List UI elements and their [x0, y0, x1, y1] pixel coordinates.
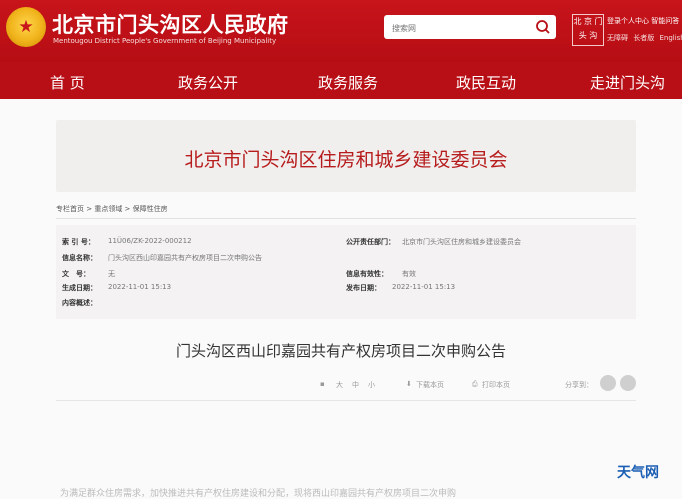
download-icon: ⬇ — [406, 380, 412, 388]
login-link[interactable]: 登录个人中心 智能问答 — [607, 16, 679, 26]
meta-label: 索 引 号： — [62, 238, 95, 246]
print-page-link[interactable]: 打印本页 — [482, 380, 510, 390]
meta-label: 发布日期： — [346, 284, 381, 292]
share-label: 分享到： — [565, 381, 593, 389]
download-page-link[interactable]: 下载本页 — [416, 380, 444, 390]
meta-label: 公开责任部门： — [346, 238, 395, 246]
font-medium-button[interactable]: 中 — [352, 380, 359, 390]
national-emblem-icon: ★ — [6, 7, 46, 47]
site-header: ★ 北京市门头沟区人民政府 Mentougou District People'… — [0, 0, 682, 62]
article-body-text: 为满足群众住房需求，加快推进共有产权住房建设和分配，现将西山印嘉园共有产权房项目… — [60, 489, 457, 499]
meta-value: 2022-11-01 15:13 — [108, 283, 172, 291]
font-size-label: ▪ — [320, 380, 325, 388]
department-title: 北京市门头沟区住房和城乡建设委员会 — [184, 149, 508, 171]
watermark: 天气网 — [617, 465, 659, 481]
meta-label: 信息名称： — [62, 254, 97, 262]
meta-label: 生成日期： — [62, 284, 97, 292]
department-banner: 北京市门头沟区住房和城乡建设委员会 — [56, 120, 636, 192]
meta-value: 北京市门头沟区住房和城乡建设委员会 — [402, 238, 521, 246]
font-small-button[interactable]: 小 — [368, 380, 375, 390]
nav-item-interaction[interactable]: 政民互动 — [456, 72, 516, 93]
nav-item-gov-affairs-public[interactable]: 政务公开 — [178, 72, 238, 93]
font-large-button[interactable]: 大 — [336, 380, 343, 390]
elder-mode-link[interactable]: 长者版 — [633, 34, 654, 42]
nav-item-gov-services[interactable]: 政务服务 — [318, 72, 378, 93]
divider — [56, 218, 636, 219]
utility-links: 无障碍 长者版 English — [607, 33, 682, 43]
nav-item-home[interactable]: 首 页 — [50, 72, 85, 93]
divider — [56, 400, 636, 401]
accessibility-link[interactable]: 无障碍 — [607, 34, 628, 42]
print-icon: ⎙ — [472, 380, 478, 388]
english-link[interactable]: English — [659, 34, 682, 42]
meta-value: 11Ü06/ZK-2022-000212 — [108, 237, 192, 245]
main-nav: 首 页 政务公开 政务服务 政民互动 走进门头沟 — [0, 62, 682, 99]
nav-item-about-mentougou[interactable]: 走进门头沟 — [590, 72, 665, 93]
meta-label: 文 号： — [62, 270, 90, 278]
site-title-english: Mentougou District People's Government o… — [53, 37, 277, 45]
weibo-share-icon[interactable] — [600, 375, 616, 391]
search-icon[interactable] — [534, 18, 552, 36]
site-title[interactable]: 北京市门头沟区人民政府 — [52, 9, 289, 39]
article-title: 门头沟区西山印嘉园共有产权房项目二次申购公告 — [175, 342, 506, 360]
meta-value: 门头沟区西山印嘉园共有产权房项目二次申购公告 — [108, 254, 262, 262]
meta-value: 有效 — [402, 270, 416, 278]
search-box — [384, 15, 556, 39]
wechat-share-icon[interactable] — [620, 375, 636, 391]
meta-value: 无 — [108, 270, 115, 278]
breadcrumb[interactable]: 专栏首页 > 重点领域 > 保障性住房 — [56, 204, 168, 214]
meta-label: 信息有效性： — [346, 270, 388, 278]
search-input[interactable] — [390, 20, 534, 36]
mentougou-logo[interactable]: 北 京 门 头 沟 — [572, 14, 604, 46]
meta-label: 内容概述： — [62, 299, 97, 307]
metadata-table: 索 引 号： 11Ü06/ZK-2022-000212 公开责任部门： 北京市门… — [56, 225, 636, 319]
meta-value: 2022-11-01 15:13 — [392, 283, 456, 291]
